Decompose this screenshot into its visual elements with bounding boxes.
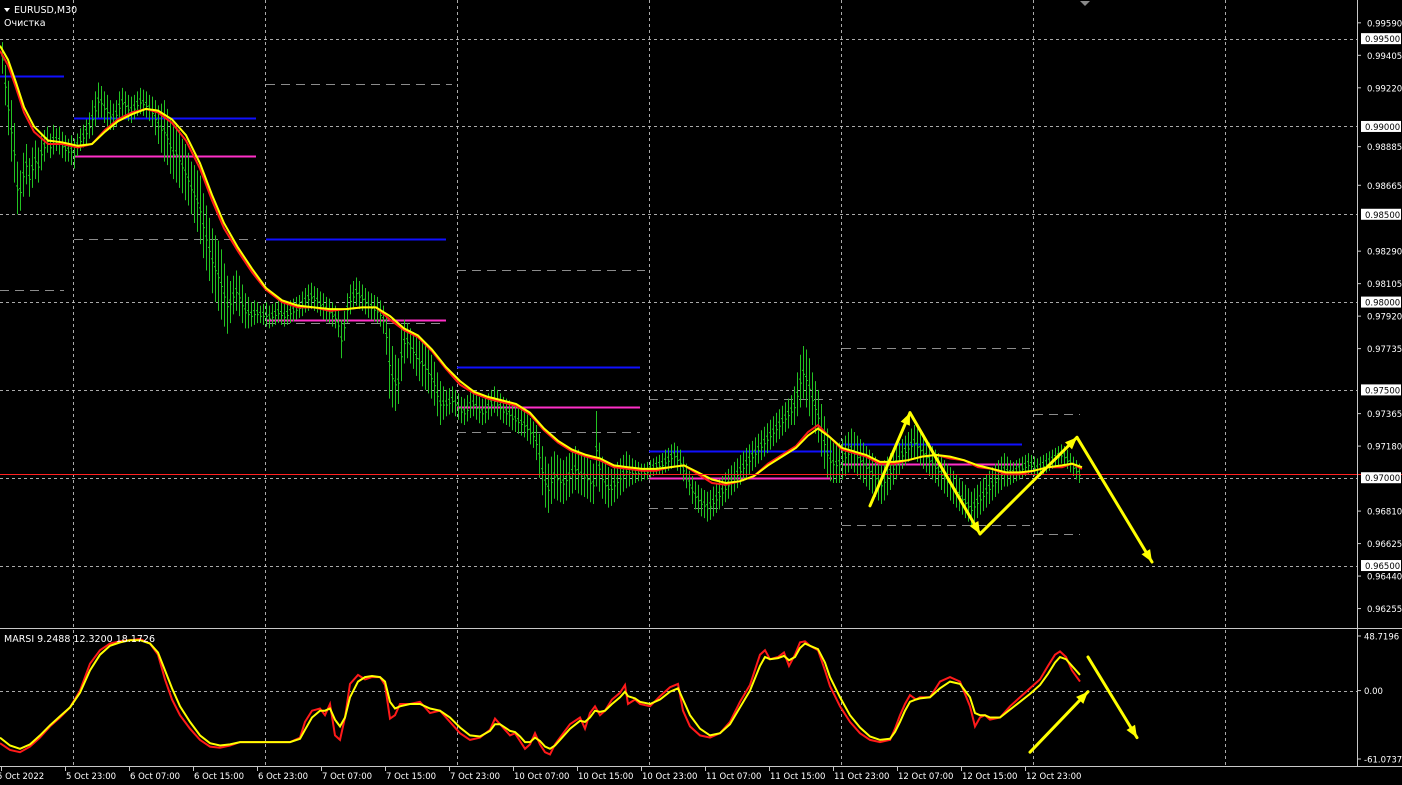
- price-tick-label: 0.96255: [1367, 605, 1402, 615]
- time-tick-label: 11 Oct 07:00: [706, 772, 761, 782]
- time-tick-label: 7 Oct 07:00: [322, 772, 372, 782]
- time-tick-label: 12 Oct 23:00: [1026, 772, 1081, 782]
- symbol-label: EURUSD,M30: [14, 5, 77, 16]
- time-tick-label: 6 Oct 15:00: [194, 772, 244, 782]
- price-tick-label: 0.99590: [1367, 19, 1402, 29]
- price-tick-label: 0.97735: [1367, 345, 1402, 355]
- indicator-tick-label: -61.0737: [1364, 756, 1402, 766]
- round-level-label: 0.99000: [1365, 123, 1400, 133]
- round-level-label: 0.99500: [1365, 35, 1400, 45]
- price-tick-label: 0.96810: [1367, 508, 1402, 518]
- chart-subtitle: Очистка: [4, 18, 46, 29]
- time-tick-label: 12 Oct 07:00: [898, 772, 953, 782]
- price-tick-label: 0.97920: [1367, 313, 1402, 323]
- price-tick-label: 0.97365: [1367, 410, 1402, 420]
- time-tick-label: 6 Oct 23:00: [258, 772, 308, 782]
- round-level-label: 0.96500: [1365, 562, 1400, 572]
- time-tick-label: 12 Oct 15:00: [962, 772, 1017, 782]
- time-tick-label: 5 Oct 2022: [0, 772, 44, 782]
- indicator-tick-label: 48.7196: [1364, 633, 1399, 643]
- price-tick-label: 0.96440: [1367, 573, 1402, 583]
- round-level-label: 0.97000: [1365, 474, 1400, 484]
- indicator-label: MARSI 9.2488 12.3200 18.1726: [4, 634, 155, 645]
- price-tick-label: 0.98885: [1367, 143, 1402, 153]
- price-tick-label: 0.99405: [1367, 52, 1402, 62]
- time-tick-label: 11 Oct 23:00: [834, 772, 889, 782]
- trading-chart-window[interactable]: 0.99590 0.99405 0.99220 0.98885 0.98665 0.982…: [0, 0, 1402, 785]
- round-level-label: 0.98500: [1365, 211, 1400, 221]
- price-tick-label: 0.97180: [1367, 443, 1402, 453]
- price-tick-label: 0.96625: [1367, 540, 1402, 550]
- price-tick-label: 0.98665: [1367, 182, 1402, 192]
- time-tick-label: 6 Oct 07:00: [130, 772, 180, 782]
- time-tick-label: 7 Oct 15:00: [386, 772, 436, 782]
- time-tick-label: 11 Oct 15:00: [770, 772, 825, 782]
- time-tick-label: 7 Oct 23:00: [450, 772, 500, 782]
- price-tick-label: 0.98290: [1367, 248, 1402, 258]
- round-level-label: 0.97500: [1365, 386, 1400, 396]
- time-tick-label: 5 Oct 23:00: [66, 772, 116, 782]
- time-tick-label: 10 Oct 07:00: [514, 772, 569, 782]
- round-level-label: 0.98000: [1365, 299, 1400, 309]
- price-tick-label: 0.98105: [1367, 280, 1402, 290]
- time-tick-label: 10 Oct 15:00: [578, 772, 633, 782]
- price-tick-label: 0.99220: [1367, 84, 1402, 94]
- indicator-tick-label: 0.00: [1364, 687, 1383, 697]
- time-tick-label: 10 Oct 23:00: [642, 772, 697, 782]
